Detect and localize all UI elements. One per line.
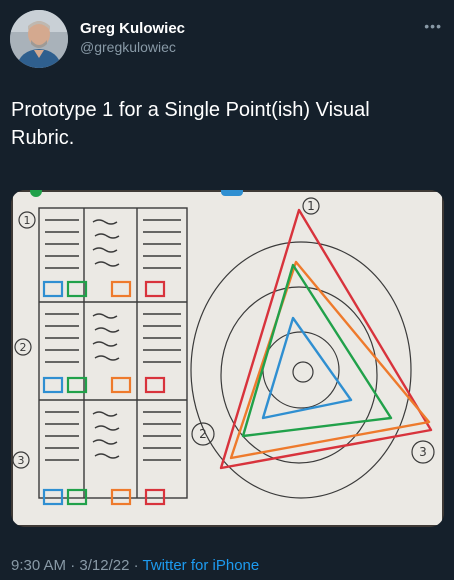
meta-separator: ·: [66, 557, 80, 574]
left-label-1: 1: [24, 214, 31, 227]
left-label-2: 2: [20, 341, 27, 354]
tweet-photo[interactable]: 1 2 3 1 2 3: [11, 190, 444, 527]
more-options-button[interactable]: •••: [424, 18, 442, 34]
right-label-3: 3: [419, 445, 427, 459]
tweet-card: Greg Kulowiec @gregkulowiec ••• Prototyp…: [0, 0, 454, 580]
author-names: Greg Kulowiec @gregkulowiec: [80, 20, 185, 56]
left-label-3: 3: [18, 454, 25, 467]
tweet-date[interactable]: 3/12/22: [79, 557, 129, 574]
more-horizontal-icon: •••: [424, 18, 442, 34]
tweet-text: Prototype 1 for a Single Point(ish) Visu…: [11, 99, 370, 149]
tweet-meta: 9:30 AM · 3/12/22 · Twitter for iPhone: [11, 556, 259, 576]
author-display-name[interactable]: Greg Kulowiec: [80, 20, 185, 38]
avatar[interactable]: [10, 10, 68, 68]
author-handle[interactable]: @gregkulowiec: [80, 38, 185, 56]
right-label-1: 1: [307, 199, 315, 213]
tweet-source-link[interactable]: Twitter for iPhone: [143, 557, 260, 574]
tweet-time[interactable]: 9:30 AM: [11, 557, 66, 574]
right-label-2: 2: [199, 427, 207, 441]
avatar-image: [10, 10, 68, 68]
tweet-header: Greg Kulowiec @gregkulowiec •••: [10, 10, 444, 70]
whiteboard-rubric-photo: 1 2 3 1 2 3: [11, 190, 444, 527]
meta-separator: ·: [129, 557, 143, 574]
